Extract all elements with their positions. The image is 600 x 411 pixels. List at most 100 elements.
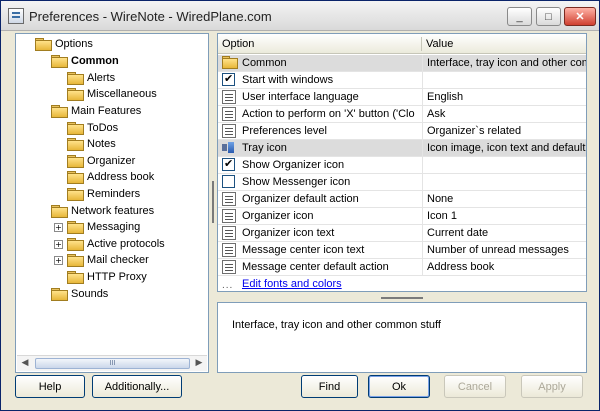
maximize-icon: □: [545, 10, 552, 23]
tree-item-label: Sounds: [71, 288, 109, 300]
tree-item[interactable]: + Active protocols: [54, 236, 165, 252]
maximize-button[interactable]: □: [536, 7, 561, 26]
folder-icon: [67, 155, 84, 168]
folder-icon: [51, 55, 68, 68]
grid-row[interactable]: User interface language English: [218, 89, 586, 106]
column-header-value[interactable]: Value: [426, 38, 453, 50]
grid-row[interactable]: Organizer icon Icon 1: [218, 208, 586, 225]
property-icon: [222, 124, 236, 138]
expand-icon[interactable]: +: [54, 239, 63, 249]
grid-row[interactable]: Show Organizer icon: [218, 157, 586, 174]
scroll-left-icon[interactable]: ◀: [19, 358, 31, 370]
tree-item-label: HTTP Proxy: [87, 271, 147, 283]
grid-row[interactable]: Preferences level Organizer`s related: [218, 123, 586, 140]
ok-button[interactable]: Ok: [368, 375, 430, 398]
option-value[interactable]: Current date: [427, 227, 586, 239]
option-value[interactable]: Organizer`s related: [427, 125, 586, 137]
grid-row[interactable]: Show Messenger icon: [218, 174, 586, 191]
tree-item-label: Active protocols: [87, 238, 165, 250]
tree-item-label: Messaging: [87, 221, 141, 233]
title-bar[interactable]: Preferences - WireNote - WiredPlane.com …: [1, 1, 599, 31]
tree-item[interactable]: Organizer: [67, 153, 135, 169]
tree-item[interactable]: + Messaging: [54, 219, 140, 235]
tree-item[interactable]: Reminders: [67, 186, 140, 202]
option-name: Show Organizer icon: [242, 159, 345, 171]
row-divider: [422, 242, 423, 259]
option-value[interactable]: Icon 1: [427, 210, 586, 222]
cancel-button[interactable]: Cancel: [444, 375, 506, 398]
grid-row[interactable]: Organizer default action None: [218, 191, 586, 208]
folder-icon: [67, 171, 84, 184]
description-panel: Interface, tray icon and other common st…: [217, 302, 587, 373]
tree-item[interactable]: Miscellaneous: [67, 86, 157, 102]
option-value[interactable]: Number of unread messages: [427, 244, 586, 256]
row-divider: [422, 174, 423, 191]
checkbox-unchecked[interactable]: [222, 175, 235, 188]
help-button[interactable]: Help: [15, 375, 85, 398]
column-divider[interactable]: [421, 37, 422, 51]
scroll-right-icon[interactable]: ▶: [193, 358, 205, 370]
tree-item[interactable]: Main Features: [51, 103, 141, 119]
grid-row[interactable]: Message center default action Address boo…: [218, 259, 586, 276]
scroll-thumb[interactable]: III: [35, 358, 190, 369]
checkbox-checked[interactable]: [222, 72, 235, 86]
tree-item-label: Alerts: [87, 72, 116, 84]
minimize-button[interactable]: _: [507, 7, 532, 26]
option-name: Organizer icon: [242, 210, 314, 222]
tree-item-label: Options: [55, 38, 93, 50]
additionally-button[interactable]: Additionally...: [92, 375, 182, 398]
tree-item[interactable]: Alerts: [67, 70, 115, 86]
option-value[interactable]: Ask: [427, 108, 586, 120]
tree-horizontal-scrollbar[interactable]: ◀ III ▶: [17, 355, 207, 371]
option-value[interactable]: Address book: [427, 261, 586, 273]
row-divider: [422, 191, 423, 208]
row-divider: [422, 123, 423, 140]
property-icon: [222, 90, 236, 104]
apply-button[interactable]: Apply: [521, 375, 583, 398]
description-text: Interface, tray icon and other common st…: [232, 319, 441, 331]
property-icon: [222, 243, 236, 257]
grid-row[interactable]: Start with windows: [218, 72, 586, 89]
grid-row[interactable]: Message center icon text Number of unread…: [218, 242, 586, 259]
checkbox-checked[interactable]: [222, 157, 235, 171]
row-divider: [422, 208, 423, 225]
vertical-splitter[interactable]: [212, 181, 214, 223]
option-value[interactable]: English: [427, 91, 586, 103]
option-name: Organizer default action: [242, 193, 359, 205]
tree-item[interactable]: Options: [35, 36, 93, 52]
grid-group-row[interactable]: Common Interface, tray icon and other com…: [218, 55, 586, 72]
folder-icon: [67, 88, 84, 101]
expand-icon[interactable]: +: [54, 255, 63, 265]
find-button[interactable]: Find: [301, 375, 358, 398]
folder-icon: [51, 205, 68, 218]
folder-icon: [222, 56, 238, 69]
option-value[interactable]: Interface, tray icon and other comm: [427, 57, 586, 69]
property-grid[interactable]: Option Value Common Interface, tray icon …: [217, 33, 587, 292]
grid-group-row[interactable]: Tray icon Icon image, icon text and defau…: [218, 140, 586, 157]
grid-row[interactable]: Organizer icon text Current date: [218, 225, 586, 242]
row-divider: [422, 106, 423, 123]
preferences-window: Preferences - WireNote - WiredPlane.com …: [0, 0, 600, 411]
tree-item[interactable]: Sounds: [51, 286, 108, 302]
edit-fonts-link[interactable]: Edit fonts and colors: [242, 278, 422, 290]
tree-item-label: ToDos: [87, 122, 119, 134]
option-value[interactable]: None: [427, 193, 586, 205]
tree-item[interactable]: Common: [51, 53, 119, 69]
option-name: Start with windows: [242, 74, 334, 86]
expand-icon[interactable]: +: [54, 222, 63, 232]
tree-item[interactable]: + Mail checker: [54, 252, 149, 268]
tree-item[interactable]: Address book: [67, 169, 154, 185]
option-value[interactable]: Icon image, icon text and default tra: [427, 142, 586, 154]
horizontal-splitter[interactable]: [381, 297, 423, 299]
tree-item[interactable]: Network features: [51, 203, 154, 219]
close-button[interactable]: ✕: [564, 7, 596, 26]
tree-item[interactable]: ToDos: [67, 120, 118, 136]
tree-item-label: Miscellaneous: [87, 88, 157, 100]
options-tree[interactable]: Options Common Alerts Miscellaneous Main Fea…: [15, 33, 209, 373]
grid-row[interactable]: Action to perform on 'X' button ('Clo Ask: [218, 106, 586, 123]
tree-item[interactable]: HTTP Proxy: [67, 269, 147, 285]
column-header-option[interactable]: Option: [222, 38, 254, 50]
row-divider: [422, 72, 423, 89]
tree-item[interactable]: Notes: [67, 136, 116, 152]
tree-item-label: Mail checker: [87, 254, 149, 266]
